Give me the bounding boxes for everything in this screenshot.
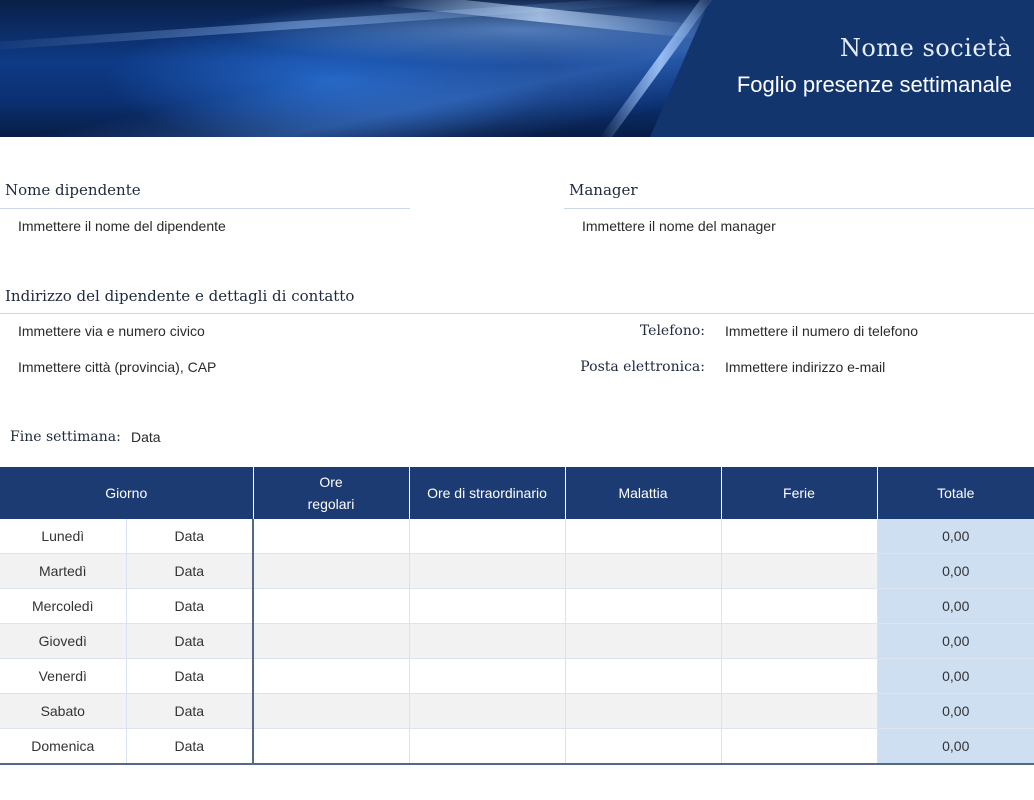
total-cell[interactable]: 0,00 <box>876 658 1034 694</box>
column-header-vacation[interactable]: Ferie <box>720 467 877 519</box>
vacation-cell[interactable] <box>720 519 877 554</box>
sick-cell[interactable] <box>564 693 721 729</box>
regular-hours-cell[interactable] <box>252 519 409 554</box>
overtime-cell[interactable] <box>408 553 565 589</box>
column-header-day[interactable]: Giorno <box>0 467 253 519</box>
contact-section-label: Indirizzo del dipendente e dettagli di c… <box>5 287 355 305</box>
document-title[interactable]: Foglio presenze settimanale <box>737 72 1012 98</box>
city-field[interactable]: Immettere città (provincia), CAP <box>18 359 216 375</box>
overtime-cell[interactable] <box>408 658 565 694</box>
week-end-label: Fine settimana: <box>10 429 121 445</box>
vacation-cell[interactable] <box>720 728 877 765</box>
manager-name-field[interactable]: Immettere il nome del manager <box>582 218 776 234</box>
regular-hours-cell[interactable] <box>252 728 409 765</box>
table-row: Domenica Data 0,00 <box>0 728 1034 765</box>
sick-cell[interactable] <box>564 658 721 694</box>
column-header-sick[interactable]: Malattia <box>564 467 721 519</box>
day-cell[interactable]: Domenica <box>0 728 126 765</box>
table-header-row: Giorno Ore regolari Ore di straordinario… <box>0 467 1034 519</box>
column-header-total[interactable]: Totale <box>876 467 1034 519</box>
vacation-cell[interactable] <box>720 623 877 659</box>
date-cell[interactable]: Data <box>125 728 253 765</box>
regular-hours-cell[interactable] <box>252 553 409 589</box>
sick-cell[interactable] <box>564 623 721 659</box>
day-cell[interactable]: Lunedì <box>0 519 126 554</box>
vacation-cell[interactable] <box>720 553 877 589</box>
week-end-date-field[interactable]: Data <box>131 429 161 445</box>
overtime-cell[interactable] <box>408 693 565 729</box>
regular-hours-cell[interactable] <box>252 623 409 659</box>
overtime-cell[interactable] <box>408 588 565 624</box>
total-cell[interactable]: 0,00 <box>876 519 1034 554</box>
date-cell[interactable]: Data <box>125 693 253 729</box>
sick-cell[interactable] <box>564 519 721 554</box>
overtime-cell[interactable] <box>408 623 565 659</box>
vacation-cell[interactable] <box>720 588 877 624</box>
vacation-cell[interactable] <box>720 658 877 694</box>
phone-label: Telefono: <box>639 323 705 339</box>
day-cell[interactable]: Martedì <box>0 553 126 589</box>
banner-title-panel <box>650 0 1034 137</box>
contact-divider <box>0 313 1034 314</box>
total-cell[interactable]: 0,00 <box>876 693 1034 729</box>
sick-cell[interactable] <box>564 553 721 589</box>
employee-name-field[interactable]: Immettere il nome del dipendente <box>18 218 226 234</box>
day-cell[interactable]: Sabato <box>0 693 126 729</box>
overtime-cell[interactable] <box>408 519 565 554</box>
overtime-cell[interactable] <box>408 728 565 765</box>
date-cell[interactable]: Data <box>125 519 253 554</box>
regular-hours-cell[interactable] <box>252 588 409 624</box>
date-cell[interactable]: Data <box>125 553 253 589</box>
email-field[interactable]: Immettere indirizzo e-mail <box>725 359 885 375</box>
header-line: regolari <box>307 496 355 512</box>
vacation-cell[interactable] <box>720 693 877 729</box>
table-row: Giovedì Data 0,00 <box>0 623 1034 659</box>
header-line: Ore <box>319 474 343 490</box>
employee-name-label: Nome dipendente <box>5 181 141 199</box>
total-cell[interactable]: 0,00 <box>876 623 1034 659</box>
date-cell[interactable]: Data <box>125 658 253 694</box>
timesheet-table: Giorno Ore regolari Ore di straordinario… <box>0 467 1034 765</box>
date-cell[interactable]: Data <box>125 623 253 659</box>
table-row: Lunedì Data 0,00 <box>0 519 1034 554</box>
table-row: Venerdì Data 0,00 <box>0 658 1034 694</box>
table-row: Sabato Data 0,00 <box>0 693 1034 729</box>
day-cell[interactable]: Mercoledì <box>0 588 126 624</box>
manager-divider <box>564 208 1034 209</box>
email-label: Posta elettronica: <box>580 359 705 375</box>
table-row: Mercoledì Data 0,00 <box>0 588 1034 624</box>
sick-cell[interactable] <box>564 728 721 765</box>
phone-field[interactable]: Immettere il numero di telefono <box>725 323 918 339</box>
regular-hours-cell[interactable] <box>252 658 409 694</box>
total-cell[interactable]: 0,00 <box>876 728 1034 765</box>
street-address-field[interactable]: Immettere via e numero civico <box>18 323 205 339</box>
table-row: Martedì Data 0,00 <box>0 553 1034 589</box>
column-header-regular-hours[interactable]: Ore regolari <box>252 467 409 519</box>
total-cell[interactable]: 0,00 <box>876 588 1034 624</box>
manager-label: Manager <box>569 181 638 199</box>
day-cell[interactable]: Giovedì <box>0 623 126 659</box>
sick-cell[interactable] <box>564 588 721 624</box>
company-name[interactable]: Nome società <box>840 34 1012 62</box>
day-cell[interactable]: Venerdì <box>0 658 126 694</box>
regular-hours-cell[interactable] <box>252 693 409 729</box>
column-header-overtime[interactable]: Ore di straordinario <box>408 467 565 519</box>
date-cell[interactable]: Data <box>125 588 253 624</box>
employee-divider <box>0 208 410 209</box>
header-banner: Nome società Foglio presenze settimanale <box>0 0 1034 137</box>
total-cell[interactable]: 0,00 <box>876 553 1034 589</box>
